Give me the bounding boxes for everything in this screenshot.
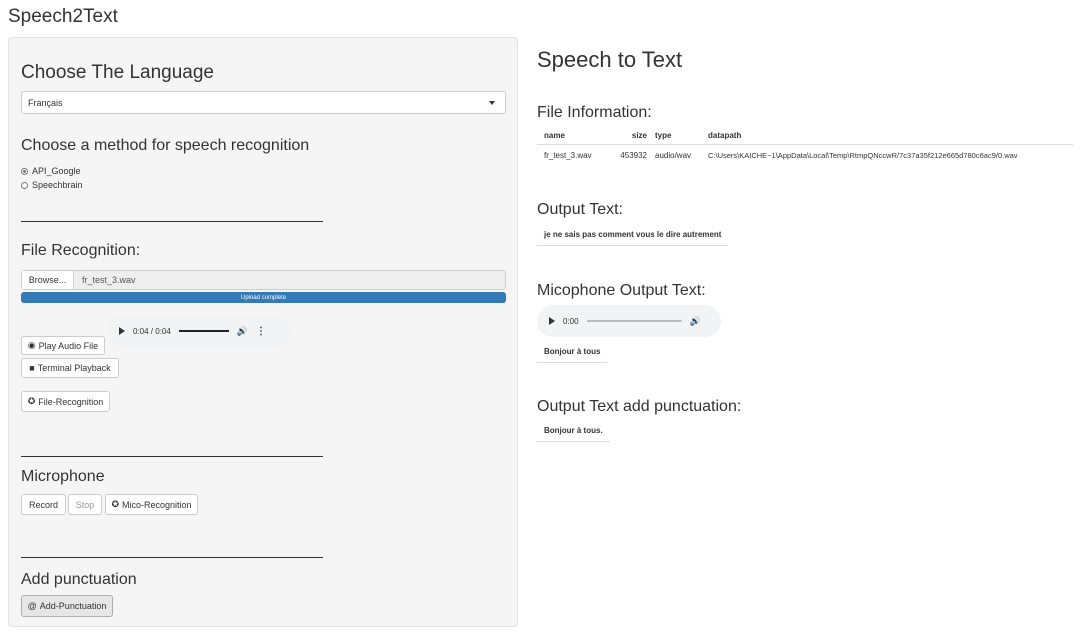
mico-recognition-button[interactable]: ✪ Mico-Recognition (105, 494, 198, 515)
table-row: fr_test_3.wav 453932 audio/wav C:\Users\… (537, 145, 1073, 165)
divider (21, 557, 323, 558)
method-label: API_Google (32, 166, 81, 176)
play-audio-label: Play Audio File (38, 340, 99, 351)
output-text: je ne sais pas comment vous le dire autr… (537, 224, 729, 246)
method-label: Speechbrain (32, 180, 83, 190)
stop-button[interactable]: Stop (68, 494, 102, 515)
upload-status: Upload complete (240, 294, 287, 301)
app-title: Speech2Text (8, 6, 118, 27)
file-recognition-heading: File Recognition: (21, 242, 141, 259)
method-heading: Choose a method for speech recognition (21, 137, 310, 154)
table-header: type (655, 130, 672, 140)
sidebar-panel: Choose The Language Français Choose a me… (8, 37, 518, 627)
add-punctuation-button[interactable]: @ Add-Punctuation (21, 595, 113, 617)
method-option-speechbrain[interactable]: Speechbrain (21, 180, 83, 190)
mic-output-heading: Micophone Output Text: (537, 282, 706, 299)
play-icon[interactable] (549, 317, 555, 325)
page-title: Speech to Text (537, 47, 683, 72)
table-cell: fr_test_3.wav (544, 150, 592, 160)
upload-progress-bar: Upload complete (21, 292, 506, 303)
table-cell: audio/wav (655, 150, 692, 160)
at-sign-icon: @ (27, 601, 37, 611)
divider (21, 221, 323, 222)
file-recognition-label: File-Recognition (38, 396, 104, 407)
radio-selected-icon[interactable] (21, 167, 28, 175)
mico-recognition-label: Mico-Recognition (122, 499, 192, 510)
output-text-heading: Output Text: (537, 201, 623, 218)
volume-icon[interactable]: 🔊 (690, 316, 701, 327)
table-header: name (544, 130, 565, 140)
audio-time: 0:04 / 0:04 (133, 326, 171, 336)
file-recognition-button[interactable]: ✪ File-Recognition (21, 391, 110, 412)
add-punctuation-label: Add-Punctuation (39, 601, 107, 611)
file-input[interactable]: Browse... fr_test_3.wav (21, 270, 506, 290)
table-header: size (631, 130, 647, 140)
file-info-table: name size type datapath fr_test_3.wav 45… (537, 126, 1073, 165)
audio-seek-bar[interactable] (586, 320, 682, 322)
file-info-heading: File Information: (537, 104, 652, 121)
play-audio-button[interactable]: ◉ Play Audio File (21, 336, 105, 355)
file-name: fr_test_3.wav (82, 275, 136, 285)
audio-time: 0:00 (563, 316, 579, 326)
play-circle-icon: ◉ (27, 340, 36, 350)
method-option-api-google[interactable]: API_Google (21, 166, 81, 176)
language-select-value: Français (28, 98, 63, 108)
more-vert-icon[interactable]: ⋮ (256, 326, 266, 337)
terminal-playback-label: Terminal Playback (37, 363, 111, 373)
browse-button[interactable]: Browse... (22, 271, 74, 289)
running-person-icon: ✪ (27, 396, 36, 406)
language-heading: Choose The Language (21, 62, 214, 83)
record-button[interactable]: Record (21, 494, 66, 515)
running-person-icon: ✪ (111, 499, 119, 509)
file-audio-player[interactable]: 0:04 / 0:04 🔊 ⋮ (107, 315, 291, 347)
terminal-playback-button[interactable]: ■ Terminal Playback (21, 358, 119, 378)
table-cell: C:\Users\KAICHE~1\AppData\Local\Temp\Rtm… (708, 150, 1018, 160)
punctuation-heading: Add punctuation (21, 571, 137, 588)
punct-output-text: Bonjour à tous. (537, 420, 610, 442)
language-select[interactable]: Français (21, 91, 506, 114)
microphone-heading: Microphone (21, 468, 105, 485)
mic-output-text: Bonjour à tous (537, 341, 608, 363)
chevron-down-icon (489, 101, 495, 105)
volume-icon[interactable]: 🔊 (237, 326, 248, 337)
audio-seek-bar[interactable] (178, 330, 229, 332)
stop-square-icon: ■ (29, 363, 35, 373)
radio-unselected-icon[interactable] (21, 181, 28, 189)
table-cell: 453932 (620, 150, 647, 160)
punct-output-heading: Output Text add punctuation: (537, 398, 742, 415)
mic-audio-player[interactable]: 0:00 🔊 (537, 305, 721, 337)
divider (21, 456, 323, 457)
play-icon[interactable] (119, 327, 125, 335)
table-header-row: name size type datapath (537, 126, 1073, 145)
table-header: datapath (708, 130, 742, 140)
